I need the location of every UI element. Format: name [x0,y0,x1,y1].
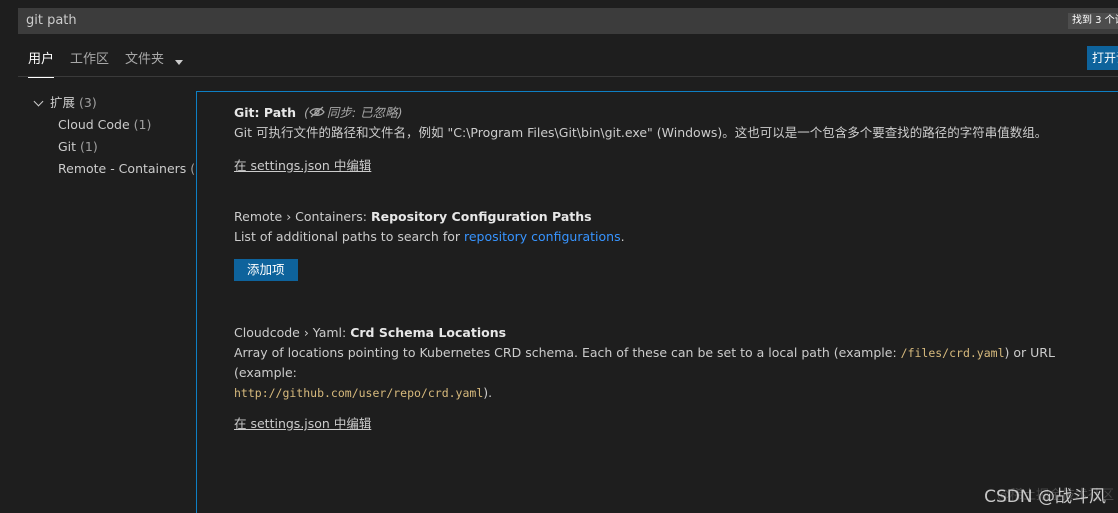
description-text: ). [483,385,493,400]
tree-item-extensions[interactable]: 扩展 (3) [30,92,196,114]
setting-name: Repository Configuration Paths [370,209,592,224]
chevron-down-icon[interactable] [33,96,44,107]
tree-item-label: Cloud Code [58,117,130,132]
tab-folder[interactable]: 文件夹 [125,50,164,70]
tree-item-git[interactable]: Git (1) [30,136,196,158]
watermark: CSDN @战斗风 [984,487,1106,507]
tree-item-label: Git [58,139,77,154]
setting-title: Git: Path (同步: 已忽略) [234,103,1108,123]
tree-item-remote-containers[interactable]: Remote - Containers (1) [30,158,208,180]
setting-name: Git: Path [234,105,297,120]
settings-toc-tree: 扩展 (3) Cloud Code (1) Git (1) Remote - C… [30,92,208,180]
setting-description: List of additional paths to search for r… [234,227,1108,247]
description-text: List of additional paths to search for [234,229,464,244]
code-example-local-path: /files/crd.yaml [900,346,1005,360]
settings-list-panel: Git: Path (同步: 已忽略) Git 可执行文件的路径和文件名，例如 … [196,91,1118,513]
add-item-button[interactable]: 添加项 [234,259,298,281]
setting-title: Cloudcode › Yaml: Crd Schema Locations [234,323,1108,343]
tree-item-label: 扩展 [50,95,76,110]
tab-workspace[interactable]: 工作区 [70,50,109,70]
search-result-count: 找到 3 个设置 [1068,13,1118,29]
setting-title: Remote › Containers: Repository Configur… [234,207,1108,227]
setting-description: Array of locations pointing to Kubernete… [234,343,1108,403]
settings-search-bar: 找到 3 个设置 [18,8,1118,34]
open-settings-json-button[interactable]: 打开设置 [1087,46,1118,70]
edit-in-settings-json-link[interactable]: 在 settings.json 中编辑 [234,414,371,434]
settings-editor: 找到 3 个设置 用户 工作区 文件夹 打开设置 扩展 (3) Cloud Co… [0,0,1118,513]
setting-category: Remote › Containers: [234,209,371,224]
setting-category: Cloudcode › Yaml: [234,325,351,340]
edit-in-settings-json-link[interactable]: 在 settings.json 中编辑 [234,156,371,176]
tree-item-label: Remote - Containers [58,161,187,176]
setting-repository-configuration-paths: Remote › Containers: Repository Configur… [234,207,1108,281]
tree-item-count: (1) [80,139,98,154]
eye-off-icon [309,106,325,118]
search-input[interactable] [26,8,926,34]
setting-crd-schema-locations: Cloudcode › Yaml: Crd Schema Locations A… [234,323,1108,434]
setting-git-path: Git: Path (同步: 已忽略) Git 可执行文件的路径和文件名，例如 … [234,103,1108,176]
setting-description: Git 可执行文件的路径和文件名，例如 "C:\Program Files\Gi… [234,125,1048,140]
tab-user[interactable]: 用户 [28,50,55,78]
setting-name: Crd Schema Locations [350,325,507,340]
description-text: . [620,229,625,244]
description-text: Array of locations pointing to Kubernete… [234,345,901,360]
tree-item-cloud-code[interactable]: Cloud Code (1) [30,114,196,136]
sync-ignored-note: (同步: 已忽略) [304,105,403,120]
tree-item-count: (1) [133,117,152,132]
chevron-down-icon[interactable] [175,60,183,65]
code-example-url: http://github.com/user/repo/crd.yaml [234,386,484,400]
tree-item-count: (3) [79,95,97,110]
divider [18,76,1118,77]
repository-configurations-link[interactable]: repository configurations [464,229,621,244]
sync-note-text: 同步: 已忽略 [326,105,398,120]
settings-scope-tabs: 用户 工作区 文件夹 打开设置 [18,44,1118,78]
